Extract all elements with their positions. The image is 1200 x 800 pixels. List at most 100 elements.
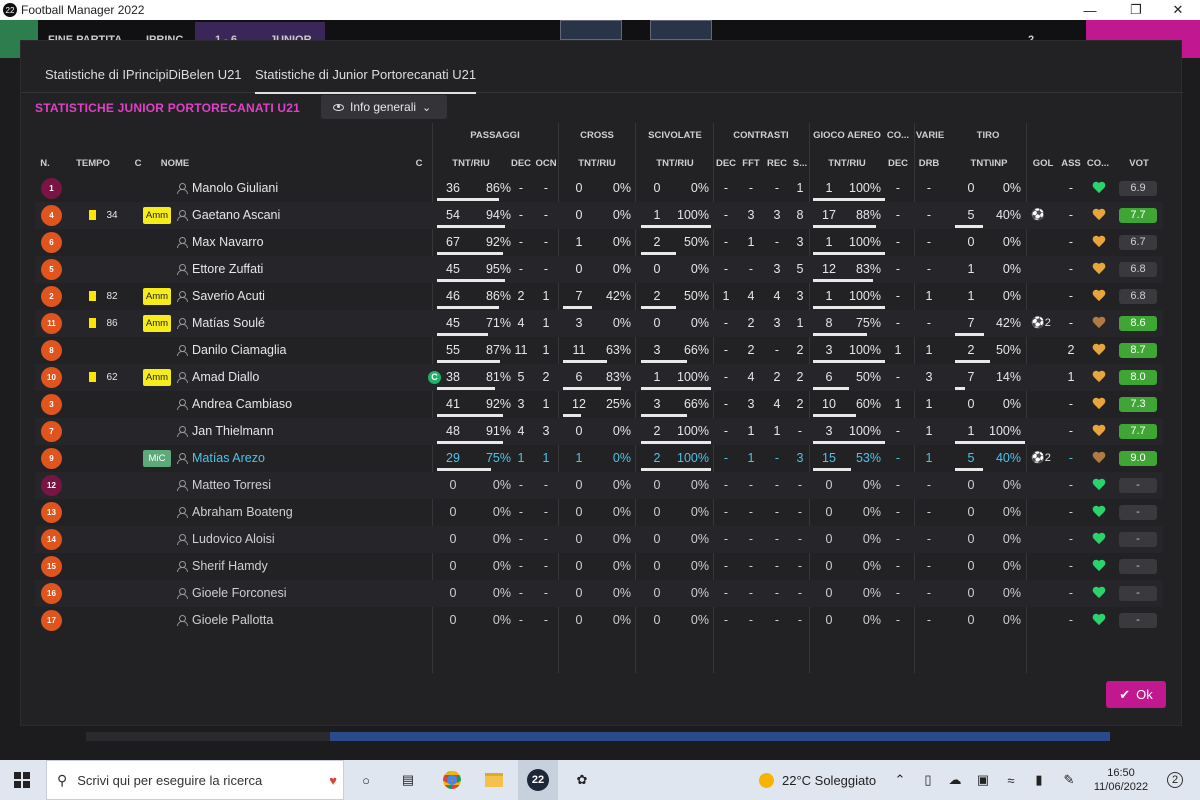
player-name[interactable]: Gioele Forconesi (177, 580, 417, 607)
battery-icon[interactable]: ▮ (1028, 760, 1050, 800)
header-ass[interactable]: ASS (1059, 158, 1083, 169)
view-selector-label: Info generali (350, 100, 417, 114)
view-selector-dropdown[interactable]: Info generali ⌄ (321, 95, 447, 119)
header-tempo[interactable]: TEMPO (73, 158, 113, 169)
header-air-dec[interactable]: DEC (885, 158, 911, 169)
table-row[interactable]: 10 62 Amm Amad Diallo C 38 81% 5 2 6 83% 1 100% -4 2 2 6… (35, 364, 1163, 391)
tab-own-stats[interactable]: Statistiche di Junior Portorecanati U21 (255, 67, 477, 94)
card-minute: 34 (106, 210, 118, 221)
header-air-tnt[interactable]: TNT/RIU (817, 158, 877, 169)
header-tackles-tnt[interactable]: TNT/RIU (645, 158, 705, 169)
minimize-button[interactable]: — (1068, 0, 1112, 20)
maximize-button[interactable]: ❐ (1114, 0, 1158, 20)
close-button[interactable]: ✕ (1156, 0, 1200, 20)
shot-accuracy: 0% (1002, 532, 1021, 546)
player-name[interactable]: Amad Diallo (177, 364, 417, 391)
clock[interactable]: 16:50 11/06/2022 (1090, 766, 1152, 794)
table-row[interactable]: 13 Abraham Boateng 0 0% - -0 0% 0 0% - - - -0 0% - -0 0%… (35, 499, 1163, 526)
table-row[interactable]: 3 Andrea Cambiaso 41 92% 3 1 12 25% 3 66% -3 4 2 10 60… (35, 391, 1163, 418)
table-row[interactable]: 14 Ludovico Aloisi 0 0% - -0 0% 0 0% - - - -0 0% - -0 0%… (35, 526, 1163, 553)
fm-taskbar-button[interactable]: 22 (518, 760, 558, 800)
meet-icon[interactable]: ▯ (918, 760, 938, 800)
header-pass-ocn[interactable]: OCN (533, 158, 559, 169)
table-row[interactable]: 12 Matteo Torresi 0 0% - -0 0% 0 0% - - - -0 0% - -0 0% -… (35, 472, 1163, 499)
tackle-accuracy: 0% (690, 478, 709, 492)
widgets-icon[interactable]: ▤ (394, 760, 422, 800)
player-name[interactable]: Jan Thielmann (177, 418, 417, 445)
player-name[interactable]: Danilo Ciamaglia (177, 337, 417, 364)
player-name[interactable]: Matías Soulé (177, 310, 417, 337)
taskbar-search-box[interactable]: ⚲ Scrivi qui per eseguire la ricerca ♥ (46, 760, 344, 800)
person-icon (177, 615, 188, 626)
header-card[interactable]: C (131, 158, 145, 169)
table-row[interactable]: 9 MiC Matías Arezo 29 75% 1 1 1 0% 2 100% -1-3 15 53%… (35, 445, 1163, 472)
ok-button[interactable]: ✔ Ok (1106, 681, 1166, 708)
paint-icon[interactable]: ✿ (566, 760, 598, 800)
dribbles: 3 (925, 370, 933, 384)
header-number[interactable]: N. (35, 158, 55, 169)
table-row[interactable]: 7 Jan Thielmann 48 91% 4 3 0 0% 2 100% -1 1-3 100% -1… (35, 418, 1163, 445)
header-gol[interactable]: GOL (1031, 158, 1055, 169)
header-captain[interactable]: C (413, 158, 425, 169)
task-view-icon[interactable]: ○ (352, 760, 380, 800)
cross-accuracy: 0% (612, 451, 631, 465)
header-pass-dec[interactable]: DEC (509, 158, 533, 169)
contrast-rec: - (774, 235, 780, 249)
player-name[interactable]: Gaetano Ascani (177, 202, 417, 229)
table-row[interactable]: 4 34 Amm Gaetano Ascani 54 94% - -0 0% 1 100% -3 3 8 1… (35, 202, 1163, 229)
player-name[interactable]: Abraham Boateng (177, 499, 417, 526)
pen-icon[interactable]: ✎ (1058, 760, 1080, 800)
file-explorer-icon[interactable] (478, 760, 510, 800)
cross-accuracy: 0% (612, 532, 631, 546)
table-row[interactable]: 5 Ettore Zuffati 45 95% - -0 0% 0 0% - -3 5 12 83% - -1… (35, 256, 1163, 283)
table-row[interactable]: 2 82 Amm Saverio Acuti 46 86% 2 1 7 42% 2 50% 1 4 4 3 1 1… (35, 283, 1163, 310)
sun-icon (756, 760, 776, 800)
player-name-text: Ettore Zuffati (192, 262, 264, 276)
condition-heart-icon (1092, 290, 1106, 302)
header-drb[interactable]: DRB (915, 158, 943, 169)
contrast-s: 2 (796, 397, 804, 411)
player-name[interactable]: Ettore Zuffati (177, 256, 417, 283)
table-row[interactable]: 11 86 Amm Matías Soulé 45 71% 4 1 3 0% 0 0% -2 3 1 8 75%… (35, 310, 1163, 337)
player-name[interactable]: Manolo Giuliani (177, 175, 417, 202)
table-row[interactable]: 6 Max Navarro 67 92% - -1 0% 2 50% -1-3 1 100% - -0 0%… (35, 229, 1163, 256)
player-name[interactable]: Saverio Acuti (177, 283, 417, 310)
aerial-accuracy: 0% (862, 586, 881, 600)
header-contr-rec[interactable]: REC (765, 158, 789, 169)
table-row[interactable]: 17 Gioele Pallotta 0 0% - -0 0% 0 0% - - - -0 0% - -0 0%… (35, 607, 1163, 634)
table-row[interactable]: 16 Gioele Forconesi 0 0% - -0 0% 0 0% - - - -0 0% - -0 0… (35, 580, 1163, 607)
contrast-rec: - (774, 613, 780, 627)
cloud-icon[interactable]: ☁ (944, 760, 966, 800)
header-pass-tnt[interactable]: TNT/RIU (441, 158, 501, 169)
player-name[interactable]: Sherif Hamdy (177, 553, 417, 580)
chevron-up-icon[interactable]: ⌃ (890, 760, 910, 800)
player-name[interactable]: Matteo Torresi (177, 472, 417, 499)
table-row[interactable]: 15 Sherif Hamdy 0 0% - -0 0% 0 0% - - - -0 0% - -0 0% - - (35, 553, 1163, 580)
chrome-icon[interactable] (436, 760, 468, 800)
header-condition[interactable]: CO... (1085, 158, 1111, 169)
tab-opponent-stats[interactable]: Statistiche di IPrincipiDiBelen U21 (45, 67, 242, 82)
player-name[interactable]: Max Navarro (177, 229, 417, 256)
table-row[interactable]: 1 Manolo Giuliani 36 86% - -0 0% 0 0% - - -1 1 100% - -… (35, 175, 1163, 202)
notifications-icon[interactable]: 2 (1160, 760, 1190, 800)
player-rating: 6.8 (1119, 262, 1157, 277)
tackle-attempts: 0 (653, 181, 661, 195)
windows-start-icon[interactable] (0, 760, 44, 800)
player-name[interactable]: Andrea Cambiaso (177, 391, 417, 418)
header-shot-tnt[interactable]: TNT\INP (959, 158, 1019, 169)
card-minute (97, 607, 127, 634)
wifi-icon[interactable]: ≈ (1000, 760, 1022, 800)
contrast-rec: - (774, 505, 780, 519)
weather-label[interactable]: 22°C Soleggiato (782, 760, 882, 800)
player-name[interactable]: Matías Arezo (177, 445, 417, 472)
header-vot[interactable]: VOT (1119, 158, 1159, 169)
header-contr-s[interactable]: S... (789, 158, 811, 169)
table-row[interactable]: 8 Danilo Ciamaglia 55 87% 11 1 11 63% 3 66% -2-2 3 1… (35, 337, 1163, 364)
header-contr-fft[interactable]: FFT (739, 158, 763, 169)
header-nome[interactable]: NOME (155, 158, 195, 169)
player-name[interactable]: Ludovico Aloisi (177, 526, 417, 553)
display-icon[interactable]: ▣ (972, 760, 994, 800)
header-contr-dec[interactable]: DEC (713, 158, 739, 169)
header-cross-tnt[interactable]: TNT/RIU (567, 158, 627, 169)
player-name[interactable]: Gioele Pallotta (177, 607, 417, 634)
